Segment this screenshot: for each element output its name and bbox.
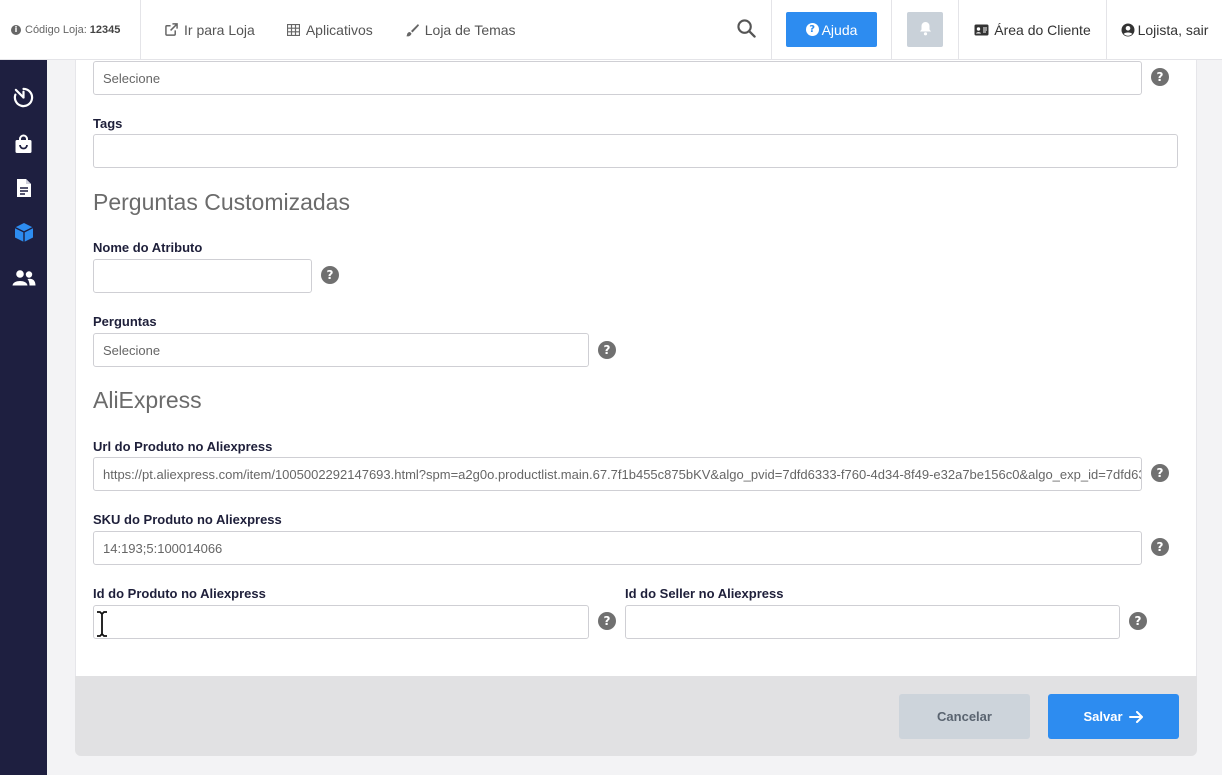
aliexpress-title: AliExpress bbox=[93, 387, 202, 413]
help-area: ? Ajuda bbox=[772, 0, 892, 59]
box-icon bbox=[14, 222, 34, 248]
theme-store-label: Loja de Temas bbox=[424, 21, 516, 38]
external-link-icon bbox=[165, 23, 178, 36]
help-icon[interactable]: ? bbox=[1151, 68, 1169, 86]
product-id-label: Id do Produto no Aliexpress bbox=[93, 586, 266, 601]
seller-id-label: Id do Seller no Aliexpress bbox=[625, 586, 784, 601]
store-code-label: Código Loja: bbox=[25, 23, 87, 36]
cancel-label: Cancelar bbox=[937, 709, 992, 724]
shopping-bag-icon bbox=[14, 134, 33, 159]
help-icon[interactable]: ? bbox=[1129, 612, 1147, 630]
attribute-name-input[interactable] bbox=[93, 259, 312, 293]
users-icon bbox=[12, 269, 36, 291]
product-sku-value: 14:193;5:100014066 bbox=[103, 540, 223, 556]
sidebar-item-content[interactable] bbox=[0, 172, 47, 208]
seller-id-input[interactable] bbox=[625, 605, 1120, 639]
notifications-button[interactable] bbox=[907, 12, 943, 47]
id-card-icon bbox=[974, 24, 989, 36]
store-code-value: 12345 bbox=[89, 23, 121, 36]
top-nav: Ir para Loja Aplicativos Loja de Temas bbox=[141, 0, 722, 59]
sidebar-item-orders[interactable] bbox=[0, 128, 47, 164]
apps-label: Aplicativos bbox=[305, 21, 373, 38]
sidebar-item-dashboard[interactable] bbox=[0, 82, 47, 118]
user-logout-link[interactable]: Lojista, sair bbox=[1107, 0, 1222, 59]
product-url-label: Url do Produto no Aliexpress bbox=[93, 439, 273, 454]
top-select[interactable]: Selecione bbox=[93, 61, 1142, 95]
apps-link[interactable]: Aplicativos bbox=[286, 21, 373, 38]
help-icon[interactable]: ? bbox=[598, 612, 616, 630]
product-id-input[interactable] bbox=[93, 605, 589, 639]
help-icon[interactable]: ? bbox=[598, 341, 616, 359]
questions-label: Perguntas bbox=[93, 314, 157, 329]
grid-icon bbox=[286, 23, 300, 36]
go-to-store-link[interactable]: Ir para Loja bbox=[165, 22, 255, 38]
sidebar bbox=[0, 60, 47, 775]
product-sku-label: SKU do Produto no Aliexpress bbox=[93, 512, 282, 527]
brush-icon bbox=[405, 23, 419, 37]
save-button[interactable]: Salvar bbox=[1048, 694, 1179, 739]
help-button[interactable]: ? Ajuda bbox=[786, 12, 877, 47]
theme-store-link[interactable]: Loja de Temas bbox=[405, 22, 516, 38]
top-select-placeholder: Selecione bbox=[103, 70, 161, 86]
document-icon bbox=[16, 178, 32, 203]
tags-label: Tags bbox=[93, 116, 123, 131]
questions-placeholder: Selecione bbox=[103, 342, 161, 358]
text-cursor-icon bbox=[95, 611, 109, 642]
search-icon bbox=[737, 18, 756, 41]
go-to-store-label: Ir para Loja bbox=[184, 21, 255, 38]
attribute-name-label: Nome do Atributo bbox=[93, 240, 203, 255]
product-url-input[interactable]: https://pt.aliexpress.com/item/100500229… bbox=[93, 457, 1142, 491]
top-bar: i Código Loja: 12345 Ir para Loja Aplica… bbox=[0, 0, 1222, 60]
sidebar-item-products[interactable] bbox=[0, 217, 47, 253]
help-label: Ajuda bbox=[821, 21, 858, 38]
save-label: Salvar bbox=[1083, 709, 1123, 724]
help-icon[interactable]: ? bbox=[1151, 538, 1169, 556]
info-icon: i bbox=[11, 24, 21, 35]
arrow-right-icon bbox=[1128, 710, 1144, 723]
user-label: Lojista, sair bbox=[1137, 21, 1209, 38]
client-area-label: Área do Cliente bbox=[994, 21, 1091, 38]
product-sku-input[interactable]: 14:193;5:100014066 bbox=[93, 531, 1142, 565]
help-icon[interactable]: ? bbox=[1151, 464, 1169, 482]
client-area-link[interactable]: Área do Cliente bbox=[959, 0, 1107, 59]
tags-input[interactable] bbox=[93, 134, 1178, 168]
dashboard-timer-icon bbox=[13, 87, 34, 113]
bell-icon bbox=[919, 21, 932, 39]
help-icon[interactable]: ? bbox=[321, 266, 339, 284]
user-circle-icon bbox=[1121, 23, 1135, 37]
cancel-button[interactable]: Cancelar bbox=[899, 694, 1030, 739]
search-button[interactable] bbox=[722, 0, 772, 59]
question-circle-icon: ? bbox=[805, 23, 819, 36]
custom-questions-title: Perguntas Customizadas bbox=[93, 189, 350, 215]
product-url-value: https://pt.aliexpress.com/item/100500229… bbox=[103, 466, 1141, 482]
questions-select[interactable]: Selecione bbox=[93, 333, 589, 367]
sidebar-item-customers[interactable] bbox=[0, 262, 47, 298]
store-code: i Código Loja: 12345 bbox=[0, 0, 141, 59]
notifications-area bbox=[892, 0, 959, 59]
